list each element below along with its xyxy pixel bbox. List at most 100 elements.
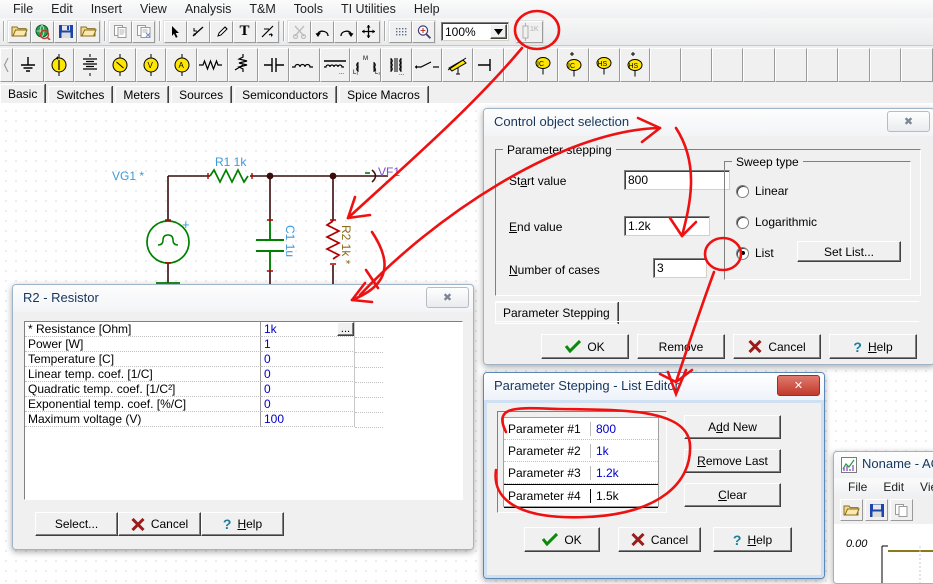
end-value-input[interactable]: 1.2k xyxy=(624,216,710,236)
component-1k-icon[interactable]: 1K xyxy=(516,20,543,43)
menu-item-edit[interactable]: Edit xyxy=(42,1,82,17)
add-new-button[interactable]: Add New xyxy=(684,415,781,439)
undo-icon[interactable] xyxy=(311,20,334,43)
wire-icon[interactable] xyxy=(187,20,210,43)
menu-item-analysis[interactable]: Analysis xyxy=(176,1,241,17)
sweep-option-logarithmic[interactable]: Logarithmic xyxy=(736,215,817,229)
sweep-option-linear[interactable]: Linear xyxy=(736,184,788,198)
cancel-button[interactable]: Cancel xyxy=(618,527,701,552)
ellipsis-button[interactable]: ... xyxy=(337,322,354,336)
table-row[interactable]: * Resistance [Ohm] 1k ... xyxy=(25,322,403,338)
property-value[interactable]: 0 xyxy=(261,352,355,367)
voltage-source-icon[interactable] xyxy=(105,48,136,82)
tab-sources[interactable]: Sources xyxy=(171,86,232,103)
coil-core-icon[interactable]: ... xyxy=(319,48,351,82)
voltmeter-icon[interactable]: V xyxy=(135,48,167,82)
scroll-left-icon[interactable] xyxy=(0,48,14,82)
property-grid[interactable]: * Resistance [Ohm] 1k ... Power [W] 1 Te… xyxy=(25,322,403,428)
inductor-icon[interactable] xyxy=(289,48,320,82)
table-row[interactable]: Linear temp. coef. [1/C] 0 xyxy=(25,367,403,383)
list-item[interactable]: Parameter #3 1.2k xyxy=(504,462,658,484)
property-value[interactable]: 0 xyxy=(261,397,355,412)
plot-menu-edit[interactable]: Edit xyxy=(875,480,912,494)
graph-tool-icon[interactable] xyxy=(256,20,279,43)
r1-label[interactable]: R1 1k xyxy=(215,155,246,169)
ic-plus-node-icon[interactable]: IC xyxy=(558,48,590,82)
ic-node-icon[interactable]: IC xyxy=(527,48,559,82)
help-button[interactable]: ? Help xyxy=(829,334,917,359)
paste-icon[interactable] xyxy=(132,20,155,43)
property-value[interactable]: 0 xyxy=(261,382,355,397)
zoom-in-icon[interactable] xyxy=(412,20,435,43)
list-item[interactable]: Parameter #2 1k xyxy=(504,440,658,462)
save-disk-icon[interactable] xyxy=(865,499,888,521)
property-value[interactable]: 1 xyxy=(261,337,355,352)
vf1-label[interactable]: VF1 xyxy=(378,165,400,179)
plot-menu-view[interactable]: View xyxy=(912,480,933,494)
r2-label[interactable]: R2 1k * xyxy=(339,225,353,264)
toolbar-empty-7[interactable] xyxy=(838,48,870,82)
select-button[interactable]: Select... xyxy=(35,512,118,536)
battery-icon[interactable] xyxy=(74,48,106,82)
c1-label[interactable]: C1 1u xyxy=(283,225,297,257)
close-icon[interactable]: ✕ xyxy=(777,375,820,396)
current-source-icon[interactable] xyxy=(43,48,75,82)
hs-plus-node-icon[interactable]: HS xyxy=(619,48,651,82)
copy-icon[interactable] xyxy=(890,499,913,521)
redo-icon[interactable] xyxy=(334,20,357,43)
pencil-icon[interactable] xyxy=(210,20,233,43)
table-row[interactable]: Power [W] 1 xyxy=(25,337,403,353)
help-button[interactable]: ? Help xyxy=(201,512,284,536)
menu-item-ti-utilities[interactable]: TI Utilities xyxy=(332,1,405,17)
toolbar-empty-1[interactable] xyxy=(650,48,682,82)
tab-meters[interactable]: Meters xyxy=(115,86,169,103)
parameter-value[interactable]: 1.2k xyxy=(591,466,619,480)
potentiometer-icon[interactable] xyxy=(227,48,259,82)
coupled-inductor-icon[interactable]: M L₁ L₂ xyxy=(350,48,381,82)
list-item-editing[interactable]: Parameter #4 1.5k xyxy=(504,484,658,508)
menu-item-insert[interactable]: Insert xyxy=(82,1,131,17)
cancel-button[interactable]: Cancel xyxy=(733,334,821,359)
terminal-icon[interactable] xyxy=(472,48,504,82)
plot-area[interactable]: 0.00 xyxy=(834,524,933,583)
toolbar-empty-2[interactable] xyxy=(681,48,712,82)
property-value[interactable]: 1k ... xyxy=(261,322,355,337)
help-button[interactable]: ? Help xyxy=(713,527,792,552)
tab-semiconductors[interactable]: Semiconductors xyxy=(234,86,337,103)
tab-basic[interactable]: Basic xyxy=(0,84,46,103)
resistor-icon[interactable] xyxy=(197,48,228,82)
parameter-value-input[interactable]: 1.5k xyxy=(591,489,619,503)
remove-last-button[interactable]: Remove Last xyxy=(684,449,781,473)
table-row[interactable]: Maximum voltage (V) 100 xyxy=(25,412,403,428)
parameter-list[interactable]: Parameter #1 800 Parameter #2 1k Paramet… xyxy=(503,417,659,508)
property-value[interactable]: 100 xyxy=(261,412,355,427)
menu-item-tools[interactable]: Tools xyxy=(285,1,332,17)
tab-switches[interactable]: Switches xyxy=(48,86,113,103)
clear-button[interactable]: Clear xyxy=(684,483,781,507)
chevron-down-icon[interactable] xyxy=(490,24,507,39)
switch-icon[interactable] xyxy=(411,48,443,82)
variable-resistor-icon[interactable] xyxy=(442,48,473,82)
parameter-value[interactable]: 800 xyxy=(591,422,616,436)
remove-button[interactable]: Remove xyxy=(637,334,725,359)
menu-item-tm[interactable]: T&M xyxy=(240,1,284,17)
set-list-button[interactable]: Set List... xyxy=(797,241,901,262)
transformer-icon[interactable]: ... xyxy=(380,48,412,82)
text-tool-icon[interactable]: T xyxy=(233,20,256,43)
ok-button[interactable]: OK xyxy=(524,527,600,552)
table-row[interactable]: Exponential temp. coef. [%/C] 0 xyxy=(25,397,403,413)
cut-scissors-icon[interactable] xyxy=(288,20,311,43)
start-value-input[interactable]: 800 xyxy=(624,170,730,190)
zoom-level-combobox[interactable]: 100% xyxy=(441,22,509,41)
linear-radio[interactable] xyxy=(736,184,749,198)
tab-spice-macros[interactable]: Spice Macros xyxy=(339,86,428,103)
capacitor-icon[interactable] xyxy=(258,48,289,82)
menu-item-view[interactable]: View xyxy=(131,1,176,17)
ground-icon[interactable] xyxy=(13,48,44,82)
menu-item-file[interactable]: File xyxy=(4,1,42,17)
toolbar-empty-6[interactable] xyxy=(806,48,839,82)
ok-button[interactable]: OK xyxy=(541,334,629,359)
toolbar-empty-5[interactable] xyxy=(774,48,807,82)
list-radio[interactable] xyxy=(736,246,749,260)
ammeter-icon[interactable]: A xyxy=(166,48,198,82)
